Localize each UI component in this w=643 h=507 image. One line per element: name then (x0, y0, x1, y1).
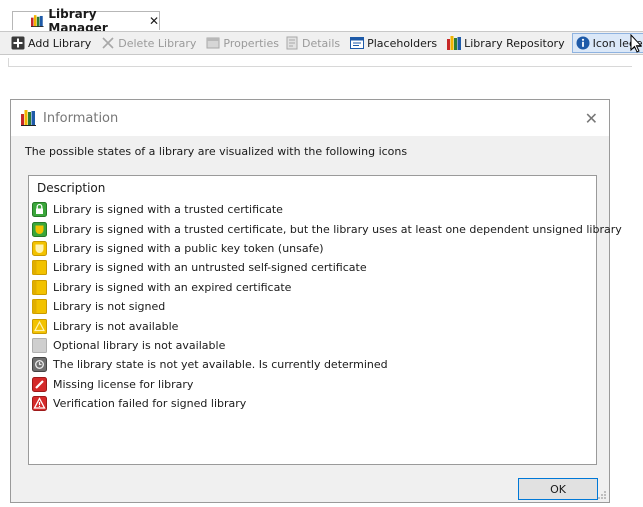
legend-items: Library is signed with a trusted certifi… (32, 200, 622, 413)
list-item-text: Library is not available (53, 319, 179, 333)
properties-label: Properties (223, 36, 279, 50)
placeholders-button[interactable]: Placeholders (347, 33, 440, 53)
properties-button[interactable]: Properties (203, 33, 282, 53)
add-library-label: Add Library (28, 36, 92, 50)
list-item-text: Library is not signed (53, 300, 166, 314)
dialog-title: Information (43, 110, 119, 126)
untrusted-self-signed-icon (32, 260, 47, 276)
details-icon (286, 36, 298, 50)
list-item-text: The library state is not yet available. … (53, 358, 388, 372)
close-icon[interactable]: ✕ (149, 14, 159, 28)
list-item[interactable]: Library is signed with an expired certif… (32, 278, 622, 297)
editor-content-edge (8, 58, 632, 67)
delete-library-button[interactable]: Delete Library (98, 33, 199, 53)
editor-tabstrip: Library Manager ✕ (0, 0, 643, 35)
list-item-text: Library is signed with an untrusted self… (53, 261, 367, 275)
delete-icon (102, 37, 114, 49)
icon-legend-list[interactable]: Description Library is signed with a tru… (28, 175, 622, 465)
list-item[interactable]: Library is signed with a trusted certifi… (32, 200, 622, 219)
details-label: Details (301, 36, 341, 50)
column-header-description: Description (37, 181, 106, 195)
library-repository-label: Library Repository (464, 36, 565, 50)
information-dialog: Information ✕ The possible states of a l… (10, 99, 622, 503)
library-manager-toolbar: Add Library Delete Library Properties De… (0, 31, 643, 55)
trusted-certificate-icon (32, 202, 47, 218)
public-key-token-icon (32, 240, 47, 256)
list-item[interactable]: Verification failed for signed library (32, 394, 622, 413)
list-item-text: Library is signed with a public key toke… (53, 241, 324, 255)
resize-grip-icon[interactable] (597, 490, 607, 500)
list-item-text: Missing license for library (53, 377, 194, 391)
trusted-unsigned-dependency-icon (32, 221, 47, 237)
list-item-text: Library is signed with an expired certif… (53, 280, 292, 294)
list-item-text: Optional library is not available (53, 338, 226, 352)
mouse-cursor-icon (630, 34, 643, 53)
list-item[interactable]: Library is signed with a trusted certifi… (32, 219, 622, 238)
list-item[interactable]: Library is not signed (32, 297, 622, 316)
placeholders-icon (350, 37, 365, 49)
close-icon[interactable]: ✕ (585, 109, 598, 128)
not-signed-icon (32, 299, 47, 315)
add-library-button[interactable]: Add Library (8, 33, 94, 53)
properties-icon (206, 37, 220, 49)
list-item[interactable]: The library state is not yet available. … (32, 355, 622, 374)
list-item[interactable]: Library is signed with a public key toke… (32, 239, 622, 258)
add-library-icon (11, 36, 25, 50)
verification-failed-icon (32, 396, 47, 412)
list-item[interactable]: Library is signed with an untrusted self… (32, 258, 622, 277)
list-item-text: Library is signed with a trusted certifi… (53, 203, 283, 217)
dialog-titlebar: Information ✕ (11, 100, 609, 136)
list-item-text: Verification failed for signed library (53, 397, 247, 411)
state-pending-icon (32, 357, 47, 373)
details-button[interactable]: Details (282, 33, 343, 53)
library-books-icon (21, 110, 36, 126)
info-icon (576, 36, 590, 50)
dialog-intro-text: The possible states of a library are vis… (25, 145, 408, 158)
list-item[interactable]: Library is not available (32, 316, 622, 335)
optional-not-available-icon (32, 337, 47, 353)
list-item[interactable]: Missing license for library (32, 375, 622, 394)
library-books-icon (31, 15, 44, 27)
list-item-text: Library is signed with a trusted certifi… (53, 222, 622, 236)
placeholders-label: Placeholders (367, 36, 438, 50)
missing-license-icon (32, 376, 47, 392)
expired-certificate-icon (32, 279, 47, 295)
library-repository-button[interactable]: Library Repository (444, 33, 567, 53)
tab-library-manager[interactable]: Library Manager ✕ (12, 7, 160, 35)
list-item[interactable]: Optional library is not available (32, 336, 622, 355)
delete-library-label: Delete Library (118, 36, 197, 50)
not-available-icon (32, 318, 47, 334)
library-repository-icon (447, 36, 462, 50)
ok-button[interactable]: OK (518, 478, 598, 500)
